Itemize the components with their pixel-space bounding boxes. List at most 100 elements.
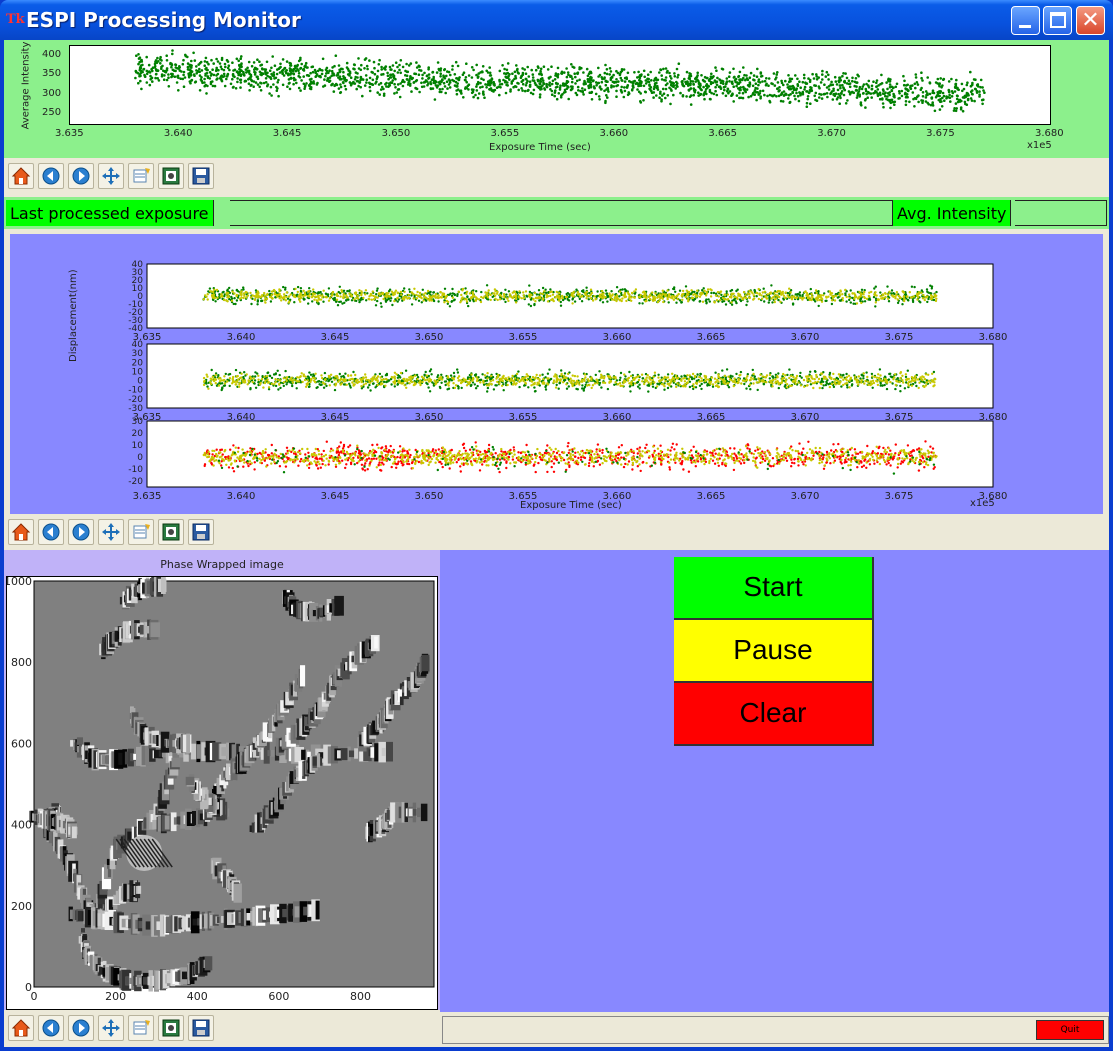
intensity-point (325, 72, 328, 75)
displacement-point (485, 379, 489, 382)
intensity-point (867, 90, 870, 94)
displacement-plots[interactable]: 403020100-10-20-30-403.635 3.640 3.645 3.65… (10, 234, 1103, 514)
pan-button[interactable] (98, 163, 124, 189)
displacement-point (881, 293, 885, 296)
intensity-point (870, 87, 874, 91)
intensity-point (838, 76, 841, 79)
displacement-point (717, 295, 720, 298)
intensity-point (368, 85, 372, 89)
displacement-point (677, 292, 680, 296)
intensity-x-offset-label: x1e5 (1027, 140, 1052, 151)
displacement-point (260, 299, 264, 303)
displacement-point (300, 293, 303, 296)
displacement-point (461, 296, 464, 299)
intensity-point (821, 78, 824, 81)
displacement-point (661, 289, 664, 292)
intensity-point (597, 95, 601, 98)
intensity-point (796, 94, 800, 98)
intensity-point (219, 65, 223, 68)
home-button[interactable] (8, 163, 34, 189)
displacement-point (205, 295, 208, 298)
maximize-button[interactable] (1043, 6, 1072, 35)
intensity-point (854, 77, 858, 80)
intensity-point (137, 81, 140, 85)
displacement-point (803, 290, 806, 294)
displacement-point (480, 290, 483, 294)
zoom-rect-button[interactable] (158, 163, 184, 189)
intensity-point (643, 75, 646, 79)
intensity-point (148, 70, 151, 73)
displacement-point (730, 303, 734, 306)
intensity-point (231, 73, 235, 77)
intensity-point (303, 87, 306, 90)
intensity-point (658, 96, 661, 99)
displacement-point (428, 294, 431, 298)
intensity-point (542, 65, 546, 68)
intensity-point (938, 82, 941, 85)
displacement-point (921, 297, 925, 300)
displacement-point (253, 295, 256, 298)
displacement-point (336, 304, 340, 307)
displacement-point (860, 288, 864, 291)
displacement-point (755, 291, 758, 295)
avg-intensity-value (1015, 200, 1107, 226)
intensity-point (272, 83, 275, 86)
intensity-point (598, 86, 602, 89)
minimize-button[interactable] (1011, 6, 1040, 35)
displacement-point (615, 286, 619, 289)
intensity-point (714, 89, 717, 93)
save-button[interactable] (188, 163, 214, 189)
intensity-point (206, 75, 210, 78)
back-button[interactable] (38, 163, 64, 189)
intensity-point (162, 78, 166, 81)
subplots-button[interactable] (128, 163, 154, 189)
intensity-point (176, 75, 179, 78)
displacement-point (685, 289, 688, 292)
intensity-point (250, 78, 253, 82)
intensity-point (521, 67, 524, 70)
intensity-point (886, 95, 889, 98)
intensity-point (233, 68, 237, 72)
displacement-point (268, 374, 271, 377)
forward-button[interactable] (68, 163, 94, 189)
intensity-point (875, 81, 878, 85)
displacement-point (228, 372, 232, 376)
displacement-point (263, 299, 266, 302)
intensity-point (605, 68, 609, 71)
intensity-point (470, 66, 474, 69)
displacement-point (343, 301, 346, 304)
displacement-point (345, 294, 348, 297)
intensity-point (895, 82, 899, 86)
intensity-point (264, 68, 268, 71)
intensity-point (365, 64, 369, 68)
intensity-point (830, 80, 833, 84)
displacement-point (532, 298, 535, 301)
intensity-point (881, 98, 884, 101)
displacement-point (890, 289, 894, 292)
displacement-point (795, 293, 798, 296)
close-button[interactable]: ✕ (1076, 6, 1105, 35)
intensity-point (175, 81, 179, 84)
intensity-point (375, 77, 379, 81)
displacement-point (863, 290, 866, 294)
intensity-point (200, 79, 204, 83)
intensity-point (978, 90, 981, 93)
displacement-point (705, 302, 708, 305)
intensity-point (481, 92, 485, 95)
intensity-point (926, 76, 929, 79)
intensity-point (846, 99, 849, 102)
displacement-point (835, 294, 838, 297)
intensity-point (939, 100, 942, 104)
intensity-point (337, 64, 341, 67)
displacement-point (730, 301, 733, 304)
intensity-point (479, 86, 482, 89)
displacement-point (903, 299, 906, 303)
displacement-point (662, 300, 665, 304)
displacement-point (638, 383, 641, 386)
displacement-point (529, 298, 533, 301)
intensity-point (449, 73, 452, 77)
intensity-plot-area[interactable] (69, 45, 1051, 125)
displacement-point (208, 287, 212, 290)
intensity-point (603, 76, 606, 79)
intensity-point (688, 74, 691, 78)
